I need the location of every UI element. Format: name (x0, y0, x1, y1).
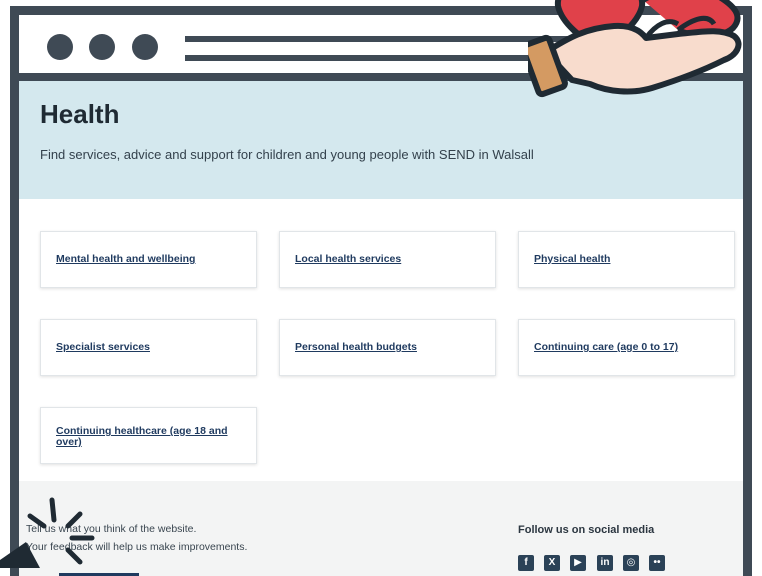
card-link[interactable]: Mental health and wellbeing (56, 254, 246, 265)
card-link[interactable]: Local health services (295, 254, 485, 265)
card-physical-health[interactable]: Physical health (518, 231, 735, 288)
card-specialist-services[interactable]: Specialist services (40, 319, 257, 376)
flickr-icon[interactable]: •• (649, 555, 665, 571)
card-link[interactable]: Continuing care (age 0 to 17) (534, 342, 724, 353)
follow-label: Follow us on social media (518, 524, 655, 536)
page-footer: Tell us what you think of the website. Y… (19, 481, 743, 576)
cursor-click-icon (0, 497, 95, 568)
instagram-icon[interactable]: ◎ (623, 555, 639, 571)
facebook-icon[interactable]: f (518, 555, 534, 571)
card-local-health-services[interactable]: Local health services (279, 231, 496, 288)
page-title: Health (40, 99, 120, 129)
card-continuing-healthcare[interactable]: Continuing healthcare (age 18 and over) (40, 407, 257, 464)
card-link[interactable]: Continuing healthcare (age 18 and over) (56, 426, 236, 448)
x-icon[interactable]: X (544, 555, 560, 571)
card-continuing-care[interactable]: Continuing care (age 0 to 17) (518, 319, 735, 376)
window-dot (89, 34, 115, 60)
window-dot (47, 34, 73, 60)
page-subtitle: Find services, advice and support for ch… (40, 147, 534, 162)
card-personal-health-budgets[interactable]: Personal health budgets (279, 319, 496, 376)
hand-holding-heart-icon (528, 0, 742, 98)
linkedin-icon[interactable]: in (597, 555, 613, 571)
window-dot (132, 34, 158, 60)
card-link[interactable]: Specialist services (56, 342, 246, 353)
youtube-icon[interactable]: ▶ (570, 555, 586, 571)
card-link[interactable]: Personal health budgets (295, 342, 485, 353)
card-link[interactable]: Physical health (534, 254, 724, 265)
card-mental-health[interactable]: Mental health and wellbeing (40, 231, 257, 288)
